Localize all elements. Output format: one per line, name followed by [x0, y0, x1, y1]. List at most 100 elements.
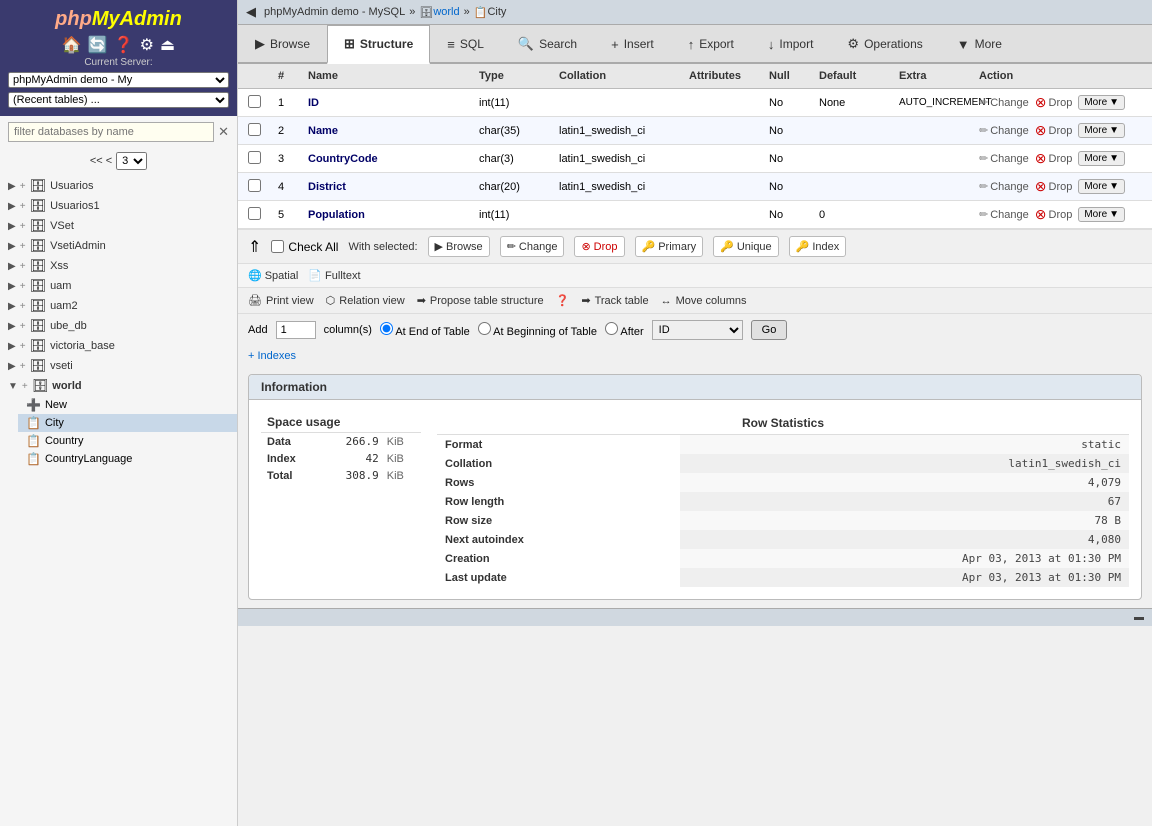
tab-more[interactable]: ▼ More [940, 25, 1019, 62]
sidebar-db-vseti[interactable]: ▶+🗄vseti [0, 356, 237, 376]
drop-link[interactable]: ⊗ Drop [1035, 94, 1073, 111]
at-end-radio[interactable] [380, 322, 393, 335]
sidebar-db-world[interactable]: ▼+🗄world [0, 376, 237, 396]
after-column-select[interactable]: ID Name CountryCode District Population [652, 320, 743, 340]
tab-search[interactable]: 🔍 Search [501, 25, 594, 62]
change-link[interactable]: ✏ Change [979, 180, 1029, 193]
sidebar-db-vset[interactable]: ▶+🗄VSet [0, 216, 237, 236]
more-dropdown[interactable]: More ▼ [1078, 179, 1125, 194]
expand-btn-usuarios[interactable]: ▶ [8, 181, 16, 192]
tab-browse[interactable]: ▶ Browse [238, 25, 327, 62]
row-checkbox[interactable] [248, 95, 261, 108]
db-plus-icon: + [20, 221, 26, 232]
propose-structure-link[interactable]: ➡ Propose table structure [417, 294, 544, 307]
expand-btn-vset[interactable]: ▶ [8, 221, 16, 232]
spatial-button[interactable]: 🌐 Spatial [248, 269, 298, 282]
more-dropdown[interactable]: More ▼ [1078, 123, 1125, 138]
row-checkbox[interactable] [248, 123, 261, 136]
more-dropdown[interactable]: More ▼ [1078, 151, 1125, 166]
expand-btn-victoria_base[interactable]: ▶ [8, 341, 16, 352]
row-extra [895, 213, 975, 217]
more-dropdown[interactable]: More ▼ [1078, 207, 1125, 222]
sidebar-db-xss[interactable]: ▶+🗄Xss [0, 256, 237, 276]
tab-structure[interactable]: ⊞ Structure [327, 25, 430, 64]
check-all-checkbox[interactable] [271, 240, 284, 253]
primary-button[interactable]: 🔑 Primary [635, 236, 704, 257]
expand-btn-vseti[interactable]: ▶ [8, 361, 16, 372]
more-dropdown[interactable]: More ▼ [1078, 95, 1125, 110]
refresh-icon[interactable]: 🔄 [88, 35, 108, 55]
settings-icon[interactable]: ⚙ [140, 35, 154, 55]
sidebar-db-usuarios1[interactable]: ▶+🗄Usuarios1 [0, 196, 237, 216]
row-col-name: District [304, 179, 475, 195]
breadcrumb-db[interactable]: world [433, 6, 459, 18]
sidebar-db-uam[interactable]: ▶+🗄uam [0, 276, 237, 296]
collapse-icon[interactable]: ▬ [1134, 612, 1144, 623]
go-button[interactable]: Go [751, 320, 788, 340]
expand-btn-xss[interactable]: ▶ [8, 261, 16, 272]
fulltext-button[interactable]: 📄 Fulltext [308, 269, 360, 282]
sidebar-db-vsetiadmin[interactable]: ▶+🗄VsetiAdmin [0, 236, 237, 256]
expand-btn-uam2[interactable]: ▶ [8, 301, 16, 312]
track-table-link[interactable]: ➡ Track table [581, 294, 648, 307]
print-view-link[interactable]: 🖨 Print view [248, 294, 314, 307]
tab-operations[interactable]: ⚙ Operations [830, 25, 939, 62]
after-radio[interactable] [605, 322, 618, 335]
tab-insert[interactable]: + Insert [594, 25, 671, 62]
back-arrow[interactable]: ◀ [246, 4, 256, 20]
logout-icon[interactable]: ⏏ [160, 35, 175, 55]
browse-selected-button[interactable]: ▶ Browse [428, 236, 490, 257]
change-link[interactable]: ✏ Change [979, 208, 1029, 221]
sidebar-db-usuarios[interactable]: ▶+🗄Usuarios [0, 176, 237, 196]
tab-export[interactable]: ↑ Export [671, 25, 751, 62]
server-select[interactable]: phpMyAdmin demo - My [8, 72, 229, 88]
db-name-label: ube_db [50, 320, 87, 332]
home-icon[interactable]: 🏠 [62, 35, 82, 55]
change-link[interactable]: ✏ Change [979, 96, 1029, 109]
expand-btn-usuarios1[interactable]: ▶ [8, 201, 16, 212]
sidebar-table-new[interactable]: ➕New [18, 396, 237, 414]
index-button[interactable]: 🔑 Index [789, 236, 847, 257]
move-columns-link[interactable]: ↔ Move columns [661, 295, 747, 307]
pagination-prev[interactable]: << < [90, 155, 112, 167]
relation-view-link[interactable]: ⬡ Relation view [326, 294, 405, 307]
col-type-header: Type [475, 68, 555, 84]
expand-btn-ube_db[interactable]: ▶ [8, 321, 16, 332]
drop-link[interactable]: ⊗ Drop [1035, 150, 1073, 167]
help-icon[interactable]: ❓ [114, 35, 134, 55]
drop-link[interactable]: ⊗ Drop [1035, 178, 1073, 195]
expand-btn-uam[interactable]: ▶ [8, 281, 16, 292]
at-beginning-radio[interactable] [478, 322, 491, 335]
sidebar-db-uam2[interactable]: ▶+🗄uam2 [0, 296, 237, 316]
help-link[interactable]: ❓ [556, 294, 570, 307]
tab-sql[interactable]: ≡ SQL [430, 25, 501, 62]
drop-selected-button[interactable]: ⊗ Drop [574, 236, 624, 257]
sidebar-db-victoria_base[interactable]: ▶+🗄victoria_base [0, 336, 237, 356]
db-plus-icon: + [20, 361, 26, 372]
add-count-input[interactable] [276, 321, 316, 339]
change-selected-button[interactable]: ✏ Change [500, 236, 565, 257]
filter-clear-button[interactable]: ✕ [218, 124, 229, 140]
drop-link[interactable]: ⊗ Drop [1035, 206, 1073, 223]
sidebar-table-country[interactable]: 📋Country [18, 432, 237, 450]
row-checkbox[interactable] [248, 151, 261, 164]
filter-input[interactable] [8, 122, 214, 142]
expand-btn-vsetiadmin[interactable]: ▶ [8, 241, 16, 252]
change-link[interactable]: ✏ Change [979, 152, 1029, 165]
change-link[interactable]: ✏ Change [979, 124, 1029, 137]
sidebar-table-city[interactable]: 📋City [18, 414, 237, 432]
pagination-page-select[interactable]: 3 [116, 152, 147, 170]
row-checkbox[interactable] [248, 207, 261, 220]
sidebar-db-ube_db[interactable]: ▶+🗄ube_db [0, 316, 237, 336]
tab-import[interactable]: ↓ Import [751, 25, 831, 62]
expand-btn-world[interactable]: ▼ [8, 381, 18, 392]
row-checkbox[interactable] [248, 179, 261, 192]
drop-link[interactable]: ⊗ Drop [1035, 122, 1073, 139]
row-col-name: ID [304, 95, 475, 111]
unique-button[interactable]: 🔑 Unique [713, 236, 779, 257]
logo: phpMyAdmin [55, 8, 182, 31]
sidebar-table-countrylanguage[interactable]: 📋CountryLanguage [18, 450, 237, 468]
recent-tables-select[interactable]: (Recent tables) ... [8, 92, 229, 108]
indexes-link[interactable]: + Indexes [248, 350, 296, 362]
row-null: No [765, 207, 815, 223]
